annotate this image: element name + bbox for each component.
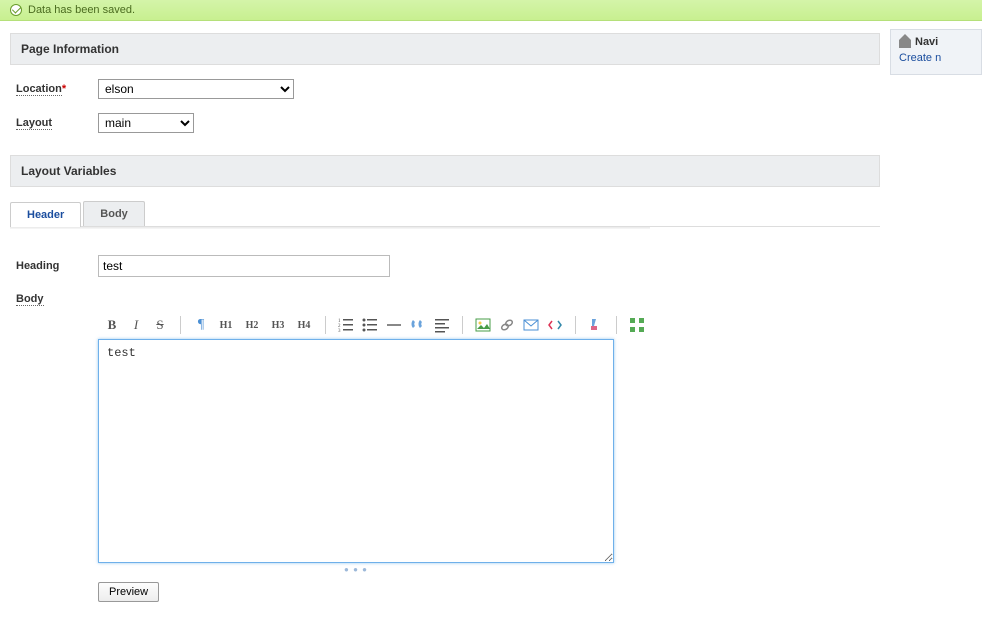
- heading-input[interactable]: [98, 255, 390, 277]
- house-icon: [899, 36, 911, 48]
- unordered-list-button[interactable]: [360, 315, 380, 335]
- svg-text:3: 3: [338, 329, 341, 333]
- code-button[interactable]: [545, 315, 565, 335]
- alert-message: Data has been saved.: [28, 4, 135, 16]
- fullscreen-button[interactable]: [627, 315, 647, 335]
- ordered-list-button[interactable]: 123: [336, 315, 356, 335]
- quote-button[interactable]: [408, 315, 428, 335]
- tab-header[interactable]: Header: [10, 202, 81, 227]
- hr-button[interactable]: [384, 315, 404, 335]
- preview-button[interactable]: Preview: [98, 582, 159, 602]
- clean-button[interactable]: [586, 315, 606, 335]
- body-label: Body: [16, 293, 98, 305]
- tab-body[interactable]: Body: [83, 201, 145, 226]
- paragraph-button[interactable]: ¶: [191, 315, 211, 335]
- h4-button[interactable]: H4: [293, 315, 315, 335]
- image-button[interactable]: [473, 315, 493, 335]
- side-panel: Navi Create n: [890, 29, 982, 75]
- body-editor[interactable]: test: [98, 339, 614, 563]
- bold-button[interactable]: B: [102, 315, 122, 335]
- layout-select[interactable]: main: [98, 113, 194, 133]
- tabs-row: Header Body: [10, 201, 880, 227]
- heading-label: Heading: [16, 260, 98, 272]
- toolbar-separator: [616, 316, 617, 334]
- h1-button[interactable]: H1: [215, 315, 237, 335]
- align-button[interactable]: [432, 315, 452, 335]
- section-layout-variables: Layout Variables: [10, 155, 880, 187]
- alert-bar: Data has been saved.: [0, 0, 982, 21]
- section-page-information: Page Information: [10, 33, 880, 65]
- toolbar-separator: [575, 316, 576, 334]
- h2-button[interactable]: H2: [241, 315, 263, 335]
- location-select[interactable]: elson: [98, 79, 294, 99]
- check-icon: [10, 4, 22, 16]
- h3-button[interactable]: H3: [267, 315, 289, 335]
- strike-button[interactable]: S: [150, 315, 170, 335]
- create-link[interactable]: Create n: [899, 52, 941, 64]
- italic-button[interactable]: I: [126, 315, 146, 335]
- toolbar-separator: [462, 316, 463, 334]
- email-button[interactable]: [521, 315, 541, 335]
- toolbar-separator: [180, 316, 181, 334]
- editor-toolbar: B I S ¶ H1 H2 H3 H4 123: [98, 311, 880, 339]
- layout-label: Layout: [16, 117, 98, 129]
- tab-underline: [10, 227, 650, 229]
- link-button[interactable]: [497, 315, 517, 335]
- toolbar-separator: [325, 316, 326, 334]
- side-panel-title: Navi: [915, 36, 938, 48]
- location-label: Location*: [16, 83, 98, 95]
